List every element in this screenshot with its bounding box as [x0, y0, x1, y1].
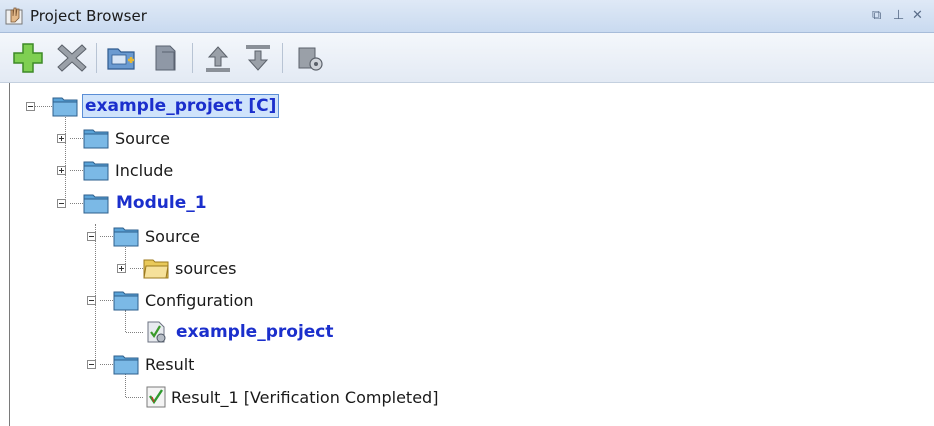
panel-edge	[9, 83, 10, 426]
collapse-toggle[interactable]	[57, 199, 66, 208]
tree-line	[130, 268, 143, 269]
tree-item-project[interactable]: example_project [C]	[52, 91, 280, 121]
move-up-button[interactable]	[200, 40, 236, 76]
tree-item-sources[interactable]: sources	[143, 253, 236, 283]
title-bar: Project Browser ⧉ ⊥ ✕	[0, 0, 934, 33]
collapse-toggle[interactable]	[87, 232, 96, 241]
folder-icon	[113, 291, 139, 311]
configuration-label: Configuration	[145, 290, 254, 310]
tree-item-include[interactable]: Include	[83, 155, 173, 185]
folder-icon	[83, 129, 109, 149]
tree-line	[70, 170, 83, 171]
tree-line	[70, 203, 83, 204]
collapse-toggle[interactable]	[87, 360, 96, 369]
result-label: Result	[145, 354, 195, 374]
collapse-toggle[interactable]	[26, 102, 35, 111]
tree-line	[100, 300, 113, 301]
properties-icon	[298, 47, 323, 71]
folder-icon	[52, 97, 78, 117]
module-source-label: Source	[145, 226, 200, 246]
tree-line	[34, 106, 52, 107]
tree-item-result[interactable]: Result	[113, 349, 194, 379]
tree-line	[100, 236, 113, 237]
copy-button[interactable]	[148, 40, 184, 76]
include-label: Include	[115, 160, 174, 180]
tree-line	[95, 224, 96, 366]
add-button[interactable]	[10, 40, 46, 76]
pin-icon[interactable]: ⊥	[893, 8, 904, 23]
open-folder-icon	[143, 259, 169, 279]
tree-item-module-source[interactable]: Source	[113, 221, 200, 251]
new-folder-button[interactable]	[104, 40, 140, 76]
tree-line	[100, 364, 113, 365]
tree-line	[126, 397, 143, 398]
close-icon[interactable]: ✕	[912, 8, 923, 23]
tree-item-configuration[interactable]: Configuration	[113, 285, 254, 315]
tree-line	[70, 138, 83, 139]
tree-item-result-1[interactable]: Result_1 [Verification Completed]	[146, 382, 438, 412]
move-up-icon	[206, 46, 230, 72]
verification-check-icon	[146, 386, 166, 408]
folder-icon	[83, 161, 109, 181]
config-item-label: example_project	[176, 322, 334, 342]
expand-toggle[interactable]	[57, 134, 66, 143]
tree-item-source[interactable]: Source	[83, 123, 170, 153]
folder-icon	[113, 227, 139, 247]
new-folder-icon	[107, 48, 135, 70]
toolbar-separator	[192, 43, 193, 73]
collapse-toggle[interactable]	[87, 296, 96, 305]
move-down-button[interactable]	[240, 40, 276, 76]
hand-icon	[5, 7, 23, 25]
folder-icon	[83, 194, 109, 214]
module-label: Module_1	[116, 193, 207, 213]
folder-icon	[113, 355, 139, 375]
tree-line	[65, 114, 66, 204]
configuration-file-icon	[147, 321, 166, 343]
window-title: Project Browser	[30, 7, 147, 25]
move-down-icon	[246, 45, 270, 71]
toolbar-separator	[96, 43, 97, 73]
sources-label: sources	[175, 258, 237, 278]
expand-toggle[interactable]	[57, 166, 66, 175]
source-label: Source	[115, 128, 170, 148]
tree-item-config-example-project[interactable]: example_project	[146, 317, 334, 347]
toolbar-separator	[282, 43, 283, 73]
tree-line	[126, 332, 143, 333]
restore-icon[interactable]: ⧉	[872, 8, 881, 23]
copy-icon	[155, 45, 176, 71]
add-icon	[13, 43, 43, 73]
result-item-label: Result_1 [Verification Completed]	[171, 387, 439, 407]
delete-icon	[57, 44, 87, 72]
delete-button[interactable]	[54, 40, 90, 76]
toolbar	[0, 33, 934, 83]
tree-item-module[interactable]: Module_1	[83, 188, 207, 218]
project-label: example_project [C]	[82, 94, 280, 118]
properties-button[interactable]	[292, 40, 328, 76]
expand-toggle[interactable]	[117, 264, 126, 273]
